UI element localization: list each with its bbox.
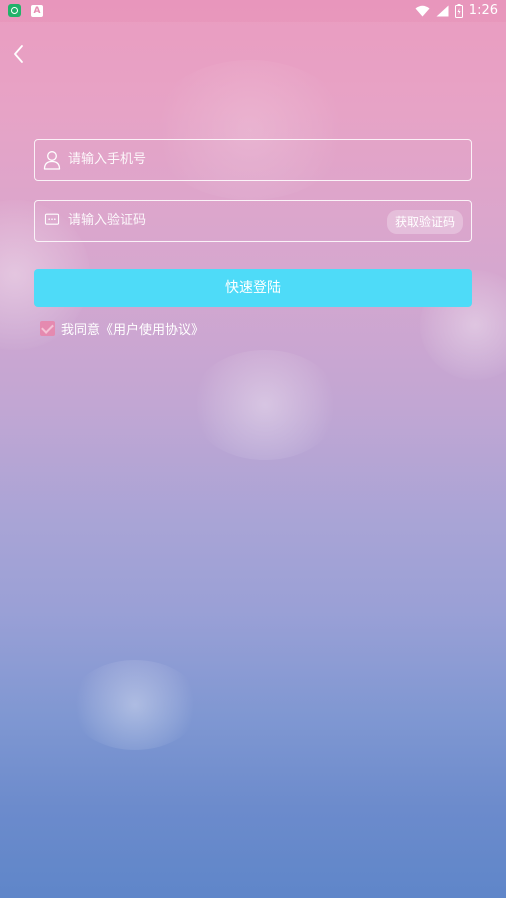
status-bar-left: A xyxy=(8,4,43,17)
login-button[interactable]: 快速登陆 xyxy=(34,269,472,307)
battery-icon xyxy=(454,3,463,18)
chevron-left-icon[interactable] xyxy=(8,42,32,66)
user-icon xyxy=(43,151,61,170)
code-input[interactable]: 请输入验证码 xyxy=(68,201,146,241)
agreement-row[interactable]: 我同意《用户使用协议》 xyxy=(40,319,204,338)
phone-field[interactable]: 请输入手机号 xyxy=(34,139,472,181)
agree-checkbox[interactable] xyxy=(40,321,55,336)
agreement-text[interactable]: 我同意《用户使用协议》 xyxy=(61,319,204,338)
phone-input[interactable]: 请输入手机号 xyxy=(68,140,146,180)
status-bar: A 1:26 xyxy=(0,0,506,22)
login-screen: A 1:26 请输入手机号 请输入验证码 获取验证码 快速登陆 我同意《用户使用… xyxy=(0,0,506,898)
status-time: 1:26 xyxy=(468,3,498,18)
a-app-icon: A xyxy=(31,4,43,17)
message-icon xyxy=(44,213,60,225)
android-app-icon xyxy=(8,4,21,17)
wifi-icon xyxy=(415,5,430,16)
code-field[interactable]: 请输入验证码 获取验证码 xyxy=(34,200,472,242)
background-bokeh xyxy=(70,660,200,750)
status-bar-right: 1:26 xyxy=(415,3,498,18)
signal-icon xyxy=(436,5,449,16)
background-bokeh xyxy=(190,350,340,460)
get-code-button[interactable]: 获取验证码 xyxy=(386,210,463,234)
